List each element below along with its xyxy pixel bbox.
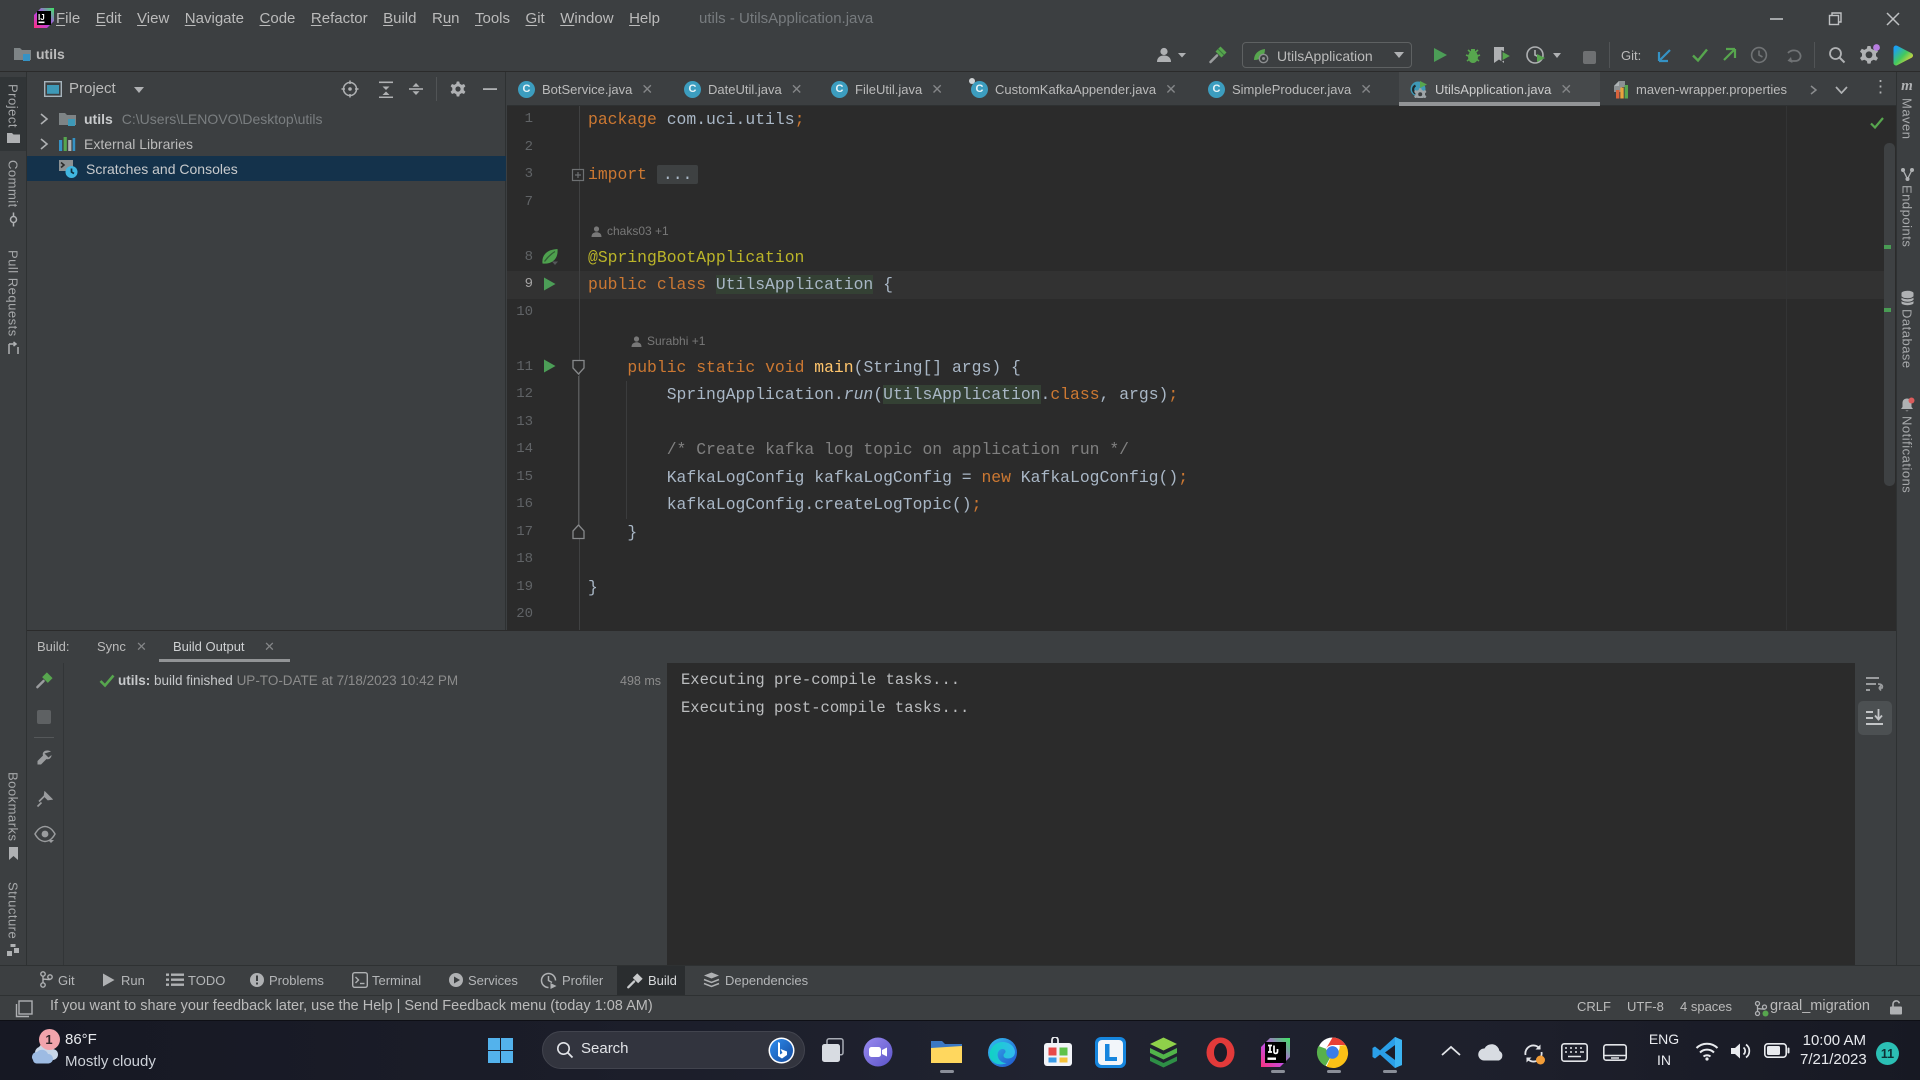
svg-text:IJ: IJ [38, 13, 45, 22]
